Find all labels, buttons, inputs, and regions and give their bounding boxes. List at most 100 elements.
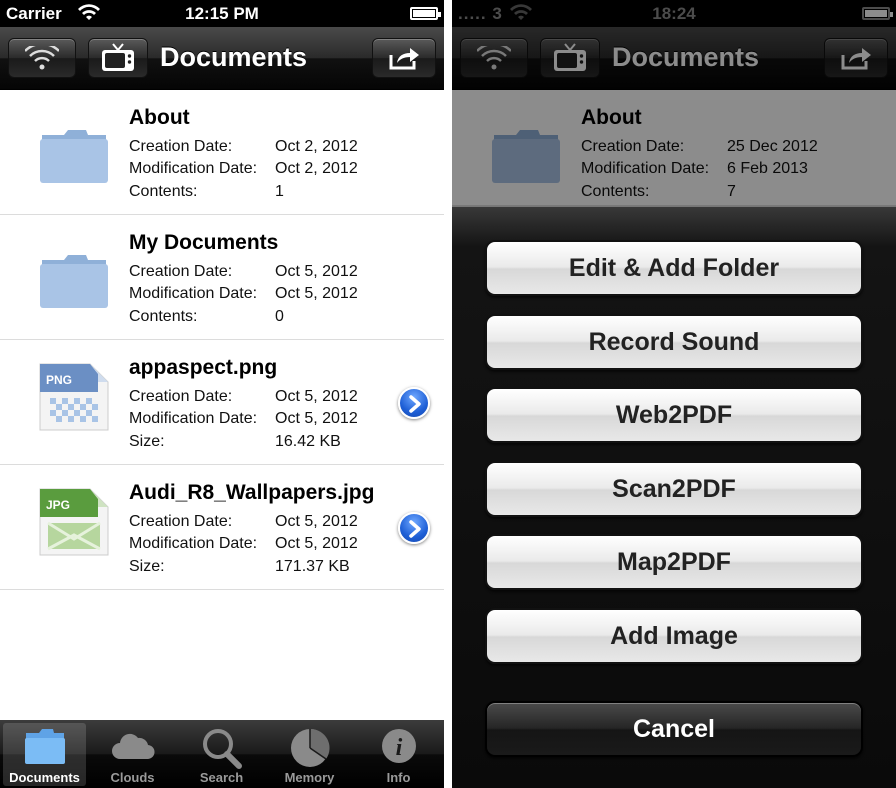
document-name: About [581,106,642,129]
creation-date-label: Creation Date: [581,138,685,155]
search-icon [202,729,242,769]
document-name: My Documents [129,231,279,254]
modification-date-value: Oct 5, 2012 [275,410,358,427]
file-type-badge: PNG [46,373,72,387]
document-row[interactable]: PNG appaspect.png Creation Date: Oct 5, … [0,340,444,465]
folder-icon [492,130,560,183]
wifi-icon [25,46,59,70]
file-type-badge: JPG [46,498,70,512]
modification-date-value: 6 Feb 2013 [727,160,808,177]
creation-date-value: Oct 2, 2012 [275,138,358,155]
png-file-icon: PNG [39,363,109,431]
record-sound-button[interactable]: Record Sound [485,314,863,370]
battery-icon [410,7,441,20]
web2pdf-button[interactable]: Web2PDF [485,387,863,443]
size-value: 16.42 KB [275,433,341,450]
contents-value: 0 [275,308,284,325]
creation-date-label: Creation Date: [129,138,233,155]
status-bar: Carrier 12:15 PM [0,0,444,27]
share-icon [389,48,419,70]
detail-disclosure-button[interactable] [398,512,430,544]
wifi-icon [477,46,511,70]
chevron-right-icon [409,520,421,538]
creation-date-value: Oct 5, 2012 [275,388,358,405]
pie-chart-icon [290,728,330,767]
tv-icon [554,43,586,71]
modification-date-value: Oct 5, 2012 [275,535,358,552]
modification-date-label: Modification Date: [129,410,258,427]
document-name: About [129,106,190,129]
action-sheet: Edit & Add Folder Record Sound Web2PDF S… [452,206,896,788]
document-row[interactable]: My Documents Creation Date: Oct 5, 2012 … [0,215,444,340]
map2pdf-button[interactable]: Map2PDF [485,534,863,590]
contents-value: 1 [275,183,284,200]
wifi-button[interactable] [8,38,76,78]
tab-bar: Documents Clouds Search Memory i Info [0,720,444,788]
creation-date-value: Oct 5, 2012 [275,263,358,280]
tab-label: Clouds [110,770,155,785]
cloud-icon [111,733,155,760]
chevron-right-icon [409,395,421,413]
tv-button[interactable] [540,38,600,78]
modification-date-label: Modification Date: [129,285,258,302]
tab-memory[interactable]: Memory [268,723,351,786]
document-row[interactable]: About Creation Date: 25 Dec 2012 Modific… [452,90,896,206]
status-time: 12:15 PM [185,4,259,23]
wifi-button[interactable] [460,38,528,78]
size-label: Size: [129,558,165,575]
contents-value: 7 [727,183,736,200]
contents-label: Contents: [129,183,198,200]
modification-date-label: Modification Date: [129,160,258,177]
nav-bar: Documents [452,27,896,90]
modification-date-label: Modification Date: [581,160,710,177]
contents-label: Contents: [129,308,198,325]
size-label: Size: [129,433,165,450]
tab-info[interactable]: i Info [357,723,440,786]
tab-documents[interactable]: Documents [3,723,86,786]
info-icon: i [381,729,416,763]
detail-disclosure-button[interactable] [398,387,430,419]
document-name: appaspect.png [129,356,278,379]
left-screen: Carrier 12:15 PM Documents About Creatio… [0,0,444,788]
modification-date-value: Oct 2, 2012 [275,160,358,177]
document-row[interactable]: JPG Audi_R8_Wallpapers.jpg Creation Date… [0,465,444,590]
jpg-file-icon: JPG [39,488,109,556]
add-image-button[interactable]: Add Image [485,608,863,664]
tv-button[interactable] [88,38,148,78]
page-title: Documents [612,42,760,72]
tab-label: Search [199,770,244,785]
size-value: 171.37 KB [275,558,350,575]
status-bar: ..... 3 18:24 [452,0,896,27]
tab-label: Memory [284,770,335,785]
page-title: Documents [160,42,308,72]
creation-date-label: Creation Date: [129,263,233,280]
folder-icon [40,255,108,308]
nav-bar: Documents [0,27,444,90]
right-screen: ..... 3 18:24 Documents About Creation D… [452,0,896,788]
svg-text:i: i [395,735,402,761]
share-button[interactable] [372,38,436,78]
tv-icon [102,43,134,71]
edit-add-folder-button[interactable]: Edit & Add Folder [485,240,863,296]
document-name: Audi_R8_Wallpapers.jpg [129,481,375,504]
screen-divider [444,0,452,788]
creation-date-value: 25 Dec 2012 [727,138,818,155]
tab-label: Info [386,770,411,785]
folder-icon [40,130,108,183]
tab-clouds[interactable]: Clouds [91,723,174,786]
modification-date-label: Modification Date: [129,535,258,552]
creation-date-value: Oct 5, 2012 [275,513,358,530]
tab-search[interactable]: Search [180,723,263,786]
scan2pdf-button[interactable]: Scan2PDF [485,461,863,517]
status-time: 18:24 [652,4,696,23]
creation-date-label: Creation Date: [129,513,233,530]
share-icon [841,48,871,70]
folder-icon [24,729,65,764]
document-list: About Creation Date: 25 Dec 2012 Modific… [452,90,896,206]
share-button[interactable] [824,38,888,78]
cancel-button[interactable]: Cancel [485,701,863,757]
document-list: About Creation Date: Oct 2, 2012 Modific… [0,90,444,590]
contents-label: Contents: [581,183,650,200]
document-row[interactable]: About Creation Date: Oct 2, 2012 Modific… [0,90,444,215]
battery-icon [862,7,893,20]
